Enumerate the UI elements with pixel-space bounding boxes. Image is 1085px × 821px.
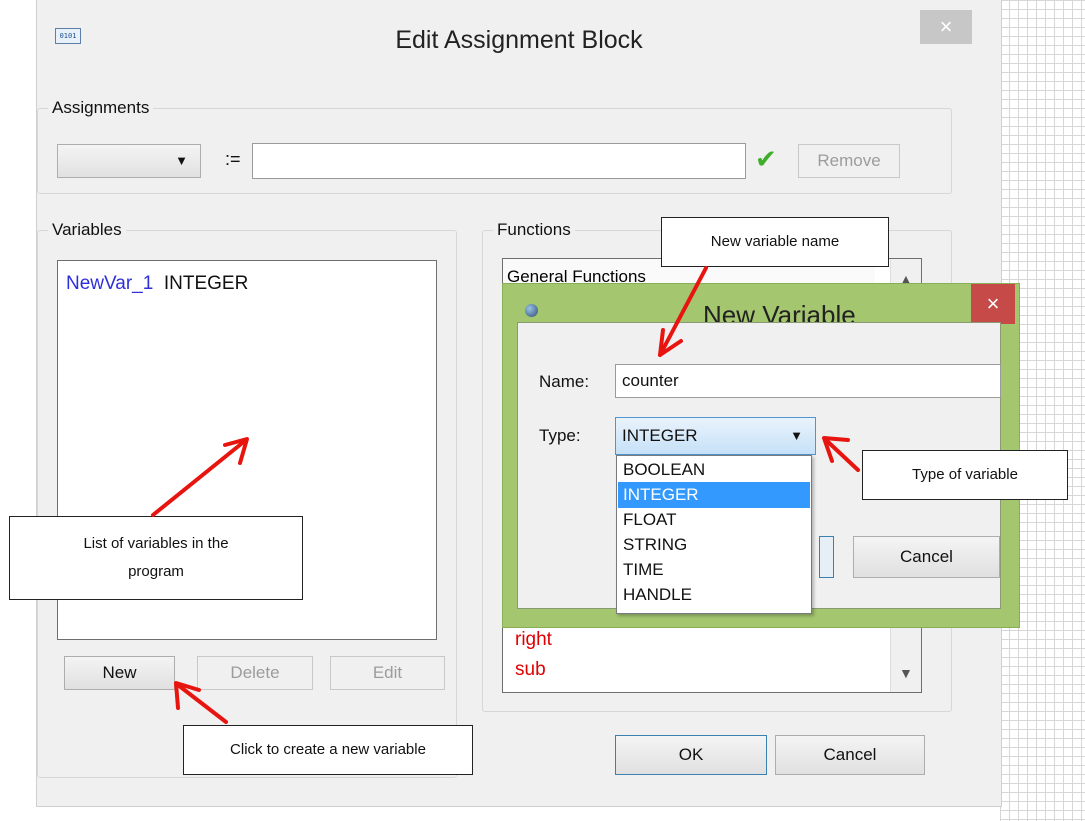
variable-name: NewVar_1 [66, 273, 154, 294]
title-bar[interactable]: 0101 Edit Assignment Block × [37, 0, 1001, 70]
type-option-boolean[interactable]: BOOLEAN [618, 457, 810, 483]
selected-type: INTEGER [622, 426, 698, 445]
callout-variable-list-line2: program [128, 563, 184, 580]
function-item[interactable]: right [515, 629, 552, 651]
type-label: Type: [539, 426, 581, 445]
chevron-down-icon[interactable]: ▼ [899, 665, 913, 681]
chevron-down-icon: ▼ [790, 428, 803, 443]
new-variable-cancel-button[interactable]: Cancel [853, 536, 1000, 578]
close-window-button[interactable]: × [920, 10, 972, 44]
list-item[interactable]: NewVar_1 INTEGER [66, 273, 248, 295]
new-variable-ok-button[interactable] [819, 536, 834, 578]
variable-type: INTEGER [163, 273, 249, 294]
callout-create-variable: Click to create a new variable [183, 725, 473, 775]
callout-variable-list: List of variables in the program [9, 516, 303, 600]
checkmark-icon: ✔ [755, 144, 777, 174]
functions-legend: Functions [497, 220, 571, 239]
window-title: Edit Assignment Block [395, 26, 643, 54]
type-option-handle[interactable]: HANDLE [618, 582, 810, 608]
cancel-button[interactable]: Cancel [775, 735, 925, 775]
type-dropdown: BOOLEAN INTEGER FLOAT STRING TIME HANDLE [616, 455, 812, 614]
variable-type-select[interactable]: INTEGER ▼ [615, 417, 816, 455]
variables-legend: Variables [52, 220, 122, 239]
callout-variable-list-line1: List of variables in the [83, 535, 229, 552]
new-variable-button[interactable]: New [64, 656, 175, 690]
delete-variable-button[interactable]: Delete [197, 656, 313, 690]
type-option-string[interactable]: STRING [618, 532, 810, 558]
variable-name-input[interactable]: counter [615, 364, 1001, 398]
type-option-time[interactable]: TIME [618, 557, 810, 583]
name-label: Name: [539, 372, 590, 391]
type-option-float[interactable]: FLOAT [618, 507, 810, 533]
ok-button[interactable]: OK [615, 735, 767, 775]
assignment-expression-input[interactable] [252, 143, 746, 179]
callout-variable-name: New variable name [661, 217, 889, 267]
callout-variable-type: Type of variable [862, 450, 1068, 500]
assignments-legend: Assignments [52, 98, 150, 117]
chevron-down-icon: ▼ [175, 153, 188, 168]
app-globe-icon [525, 304, 538, 317]
close-icon[interactable]: × [971, 284, 1015, 324]
assign-operator: := [225, 149, 241, 169]
edit-variable-button[interactable]: Edit [330, 656, 445, 690]
type-option-integer[interactable]: INTEGER [618, 482, 810, 508]
function-item[interactable]: sub [515, 659, 546, 681]
assignment-variable-select[interactable]: ▼ [57, 144, 201, 178]
remove-button[interactable]: Remove [798, 144, 900, 178]
